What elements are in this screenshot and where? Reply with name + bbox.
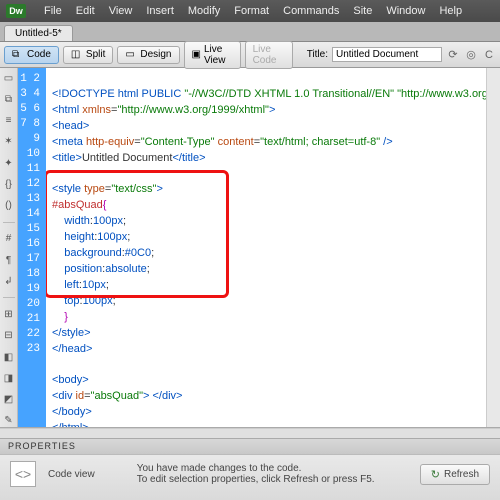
title-label: Title:	[307, 49, 328, 60]
code-content[interactable]: <!DOCTYPE html PUBLIC "-//W3C//DTD XHTML…	[46, 68, 486, 427]
menu-window[interactable]: Window	[386, 5, 425, 17]
live-icon: ▣	[192, 49, 201, 61]
properties-panel: PROPERTIES <> Code view You have made ch…	[0, 438, 500, 500]
tool-icon[interactable]: ▭	[2, 72, 15, 84]
toolbar-icon-1[interactable]: ⟳	[446, 48, 460, 62]
menu-format[interactable]: Format	[234, 5, 269, 17]
code-view-button[interactable]: ⧉Code	[4, 46, 59, 64]
tool-icon[interactable]: ⊞	[2, 308, 15, 320]
line-number-gutter: 1 2 3 4 5 6 7 8 9 10 11 12 13 14 15 16 1…	[18, 68, 46, 427]
code-icon: ⧉	[12, 49, 24, 61]
design-view-button[interactable]: ▭Design	[117, 46, 179, 64]
menu-modify[interactable]: Modify	[188, 5, 220, 17]
document-tabbar: Untitled-5*	[0, 22, 500, 42]
document-tab[interactable]: Untitled-5*	[4, 25, 73, 41]
menu-help[interactable]: Help	[439, 5, 462, 17]
menu-commands[interactable]: Commands	[283, 5, 339, 17]
tool-icon[interactable]: ✶	[2, 136, 15, 148]
tool-icon[interactable]: ⧉	[2, 93, 15, 105]
status-area	[0, 428, 500, 438]
tool-icon[interactable]: ¶	[2, 254, 15, 266]
app-logo: Dw	[6, 4, 26, 18]
properties-mode-label: Code view	[48, 469, 95, 480]
code-toolbar-vertical: ▭ ⧉ ≡ ✶ ✦ {} () # ¶ ↲ ⊞ ⊟ ◧ ◨ ◩ ✎	[0, 68, 18, 427]
properties-message-2: To edit selection properties, click Refr…	[137, 474, 375, 485]
tool-icon[interactable]: ↲	[2, 275, 15, 287]
live-view-button[interactable]: ▣Live View	[184, 41, 241, 69]
tool-icon[interactable]: ◩	[2, 393, 15, 405]
document-toolbar: ⧉Code ◫Split ▭Design ▣Live View Live Cod…	[0, 42, 500, 68]
document-title-input[interactable]	[332, 47, 442, 62]
code-view-icon: <>	[10, 461, 36, 487]
properties-header[interactable]: PROPERTIES	[0, 439, 500, 455]
code-editor: ▭ ⧉ ≡ ✶ ✦ {} () # ¶ ↲ ⊞ ⊟ ◧ ◨ ◩ ✎ 1 2 3 …	[0, 68, 500, 428]
main-menubar: Dw File Edit View Insert Modify Format C…	[0, 0, 500, 22]
tool-icon[interactable]: ≡	[2, 115, 15, 127]
menu-view[interactable]: View	[109, 5, 133, 17]
tool-icon[interactable]: ()	[2, 200, 15, 212]
menu-site[interactable]: Site	[353, 5, 372, 17]
tool-icon[interactable]: ⊟	[2, 330, 15, 342]
tool-icon[interactable]: ✎	[2, 415, 15, 427]
menu-insert[interactable]: Insert	[146, 5, 174, 17]
tool-icon[interactable]: ✦	[2, 157, 15, 169]
tool-icon[interactable]: {}	[2, 178, 15, 190]
tool-icon[interactable]: ◨	[2, 372, 15, 384]
menu-file[interactable]: File	[44, 5, 62, 17]
vertical-scrollbar[interactable]	[486, 68, 500, 427]
refresh-button[interactable]: Refresh	[420, 464, 490, 485]
split-icon: ◫	[71, 49, 83, 61]
split-view-button[interactable]: ◫Split	[63, 46, 113, 64]
toolbar-icon-3[interactable]: C	[482, 48, 496, 62]
tool-icon[interactable]: #	[2, 233, 15, 245]
menu-edit[interactable]: Edit	[76, 5, 95, 17]
properties-message-1: You have made changes to the code.	[137, 463, 375, 474]
tool-icon[interactable]: ◧	[2, 351, 15, 363]
live-code-button[interactable]: Live Code	[245, 41, 293, 69]
toolbar-icon-2[interactable]: ◎	[464, 48, 478, 62]
design-icon: ▭	[125, 49, 137, 61]
